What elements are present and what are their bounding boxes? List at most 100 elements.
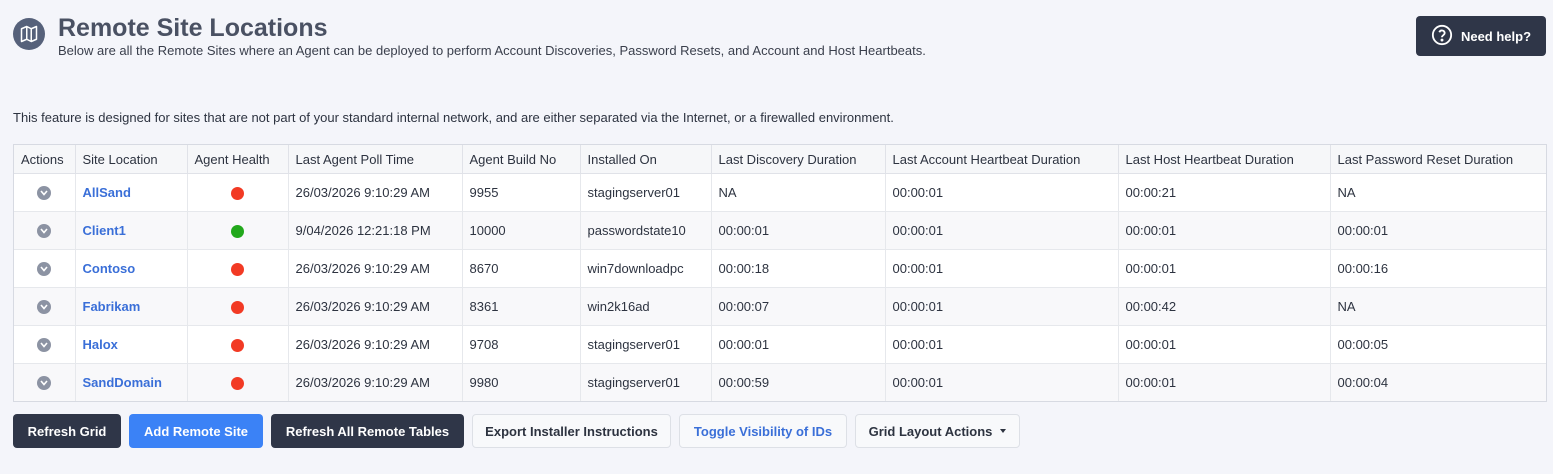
installed-on-cell: stagingserver01 [580,325,712,364]
grid-layout-actions-label: Grid Layout Actions [868,423,993,439]
column-header[interactable]: Agent Build No [462,145,581,174]
site-location-cell: Fabrikam [75,287,188,326]
build-no-cell: 10000 [462,211,581,250]
actions-dropdown-icon[interactable] [37,186,52,201]
discovery-duration-cell: 00:00:18 [711,249,886,288]
actions-cell [14,173,76,212]
column-header[interactable]: Last Account Heartbeat Duration [885,145,1119,174]
account-heartbeat-cell: 00:00:01 [885,249,1119,288]
actions-cell [14,363,76,401]
build-no-cell: 9980 [462,363,581,401]
poll-time-cell: 26/03/2026 9:10:29 AM [288,325,463,364]
table-row: AllSand 26/03/2026 9:10:29 AM 9955 stagings… [14,173,1546,212]
discovery-duration-cell: 00:00:07 [711,287,886,326]
site-location-cell: Halox [75,325,188,364]
agent-health-cell [187,249,289,288]
column-header[interactable]: Actions [14,145,76,174]
poll-time-cell: 26/03/2026 9:10:29 AM [288,249,463,288]
site-location-link[interactable]: AllSand [83,185,131,200]
grid-header-row: Actions Site Location Agent Health Last Age… [14,145,1546,174]
agent-health-red-icon [231,187,244,201]
table-row: SandDomain 26/03/2026 9:10:29 AM 9980 stagi… [14,363,1546,401]
site-location-link[interactable]: Halox [83,337,118,352]
agent-health-red-icon [231,339,244,353]
add-remote-site-button[interactable]: Add Remote Site [129,414,263,448]
discovery-duration-cell: 00:00:59 [711,363,886,401]
actions-cell [14,249,76,288]
page-title: Remote Site Locations [58,14,328,42]
installed-on-cell: stagingserver01 [580,363,712,401]
agent-health-red-icon [231,377,244,391]
installed-on-cell: stagingserver01 [580,173,712,212]
export-installer-instructions-button[interactable]: Export Installer Instructions [472,414,671,448]
installed-on-cell: win7downloadpc [580,249,712,288]
discovery-duration-cell: 00:00:01 [711,211,886,250]
host-heartbeat-cell: 00:00:01 [1118,363,1331,401]
actions-cell [14,287,76,326]
site-location-cell: Client1 [75,211,188,250]
host-heartbeat-cell: 00:00:42 [1118,287,1331,326]
site-location-link[interactable]: SandDomain [83,375,162,390]
column-header[interactable]: Last Discovery Duration [711,145,886,174]
actions-dropdown-icon[interactable] [37,300,52,315]
agent-health-cell [187,363,289,401]
grid-layout-actions-button[interactable]: Grid Layout Actions [855,414,1020,448]
site-location-cell: Contoso [75,249,188,288]
actions-dropdown-icon[interactable] [37,338,52,353]
agent-health-red-icon [231,301,244,315]
page-subtitle: Below are all the Remote Sites where an … [58,43,926,58]
account-heartbeat-cell: 00:00:01 [885,363,1119,401]
table-row: Halox 26/03/2026 9:10:29 AM 9708 stagingser… [14,325,1546,364]
account-heartbeat-cell: 00:00:01 [885,325,1119,364]
agent-health-cell [187,173,289,212]
site-location-link[interactable]: Contoso [83,261,136,276]
password-reset-cell: 00:00:05 [1330,325,1546,364]
question-circle-icon [1431,24,1453,49]
site-location-cell: SandDomain [75,363,188,401]
installed-on-cell: passwordstate10 [580,211,712,250]
account-heartbeat-cell: 00:00:01 [885,211,1119,250]
table-row: Client1 9/04/2026 12:21:18 PM 10000 passwor… [14,211,1546,250]
column-header[interactable]: Last Agent Poll Time [288,145,463,174]
actions-cell [14,211,76,250]
account-heartbeat-cell: 00:00:01 [885,173,1119,212]
actions-dropdown-icon[interactable] [37,224,52,239]
map-icon [13,18,45,50]
actions-dropdown-icon[interactable] [37,262,52,277]
poll-time-cell: 26/03/2026 9:10:29 AM [288,363,463,401]
discovery-duration-cell: NA [711,173,886,212]
caret-down-icon [1000,429,1007,433]
build-no-cell: 9955 [462,173,581,212]
need-help-button[interactable]: Need help? [1416,16,1546,56]
toggle-ids-button[interactable]: Toggle Visibility of IDs [679,414,847,448]
password-reset-cell: NA [1330,287,1546,326]
agent-health-red-icon [231,263,244,277]
column-header[interactable]: Last Host Heartbeat Duration [1118,145,1331,174]
agent-health-cell [187,211,289,250]
column-header[interactable]: Last Password Reset Duration [1330,145,1546,174]
actions-cell [14,325,76,364]
site-location-link[interactable]: Client1 [83,223,126,238]
build-no-cell: 8670 [462,249,581,288]
build-no-cell: 9708 [462,325,581,364]
password-reset-cell: 00:00:01 [1330,211,1546,250]
table-row: Contoso 26/03/2026 9:10:29 AM 8670 win7down… [14,249,1546,288]
actions-dropdown-icon[interactable] [37,376,52,391]
refresh-grid-button[interactable]: Refresh Grid [13,414,121,448]
refresh-all-remote-tables-button[interactable]: Refresh All Remote Tables [271,414,464,448]
poll-time-cell: 26/03/2026 9:10:29 AM [288,173,463,212]
agent-health-cell [187,325,289,364]
grid-button-bar: Refresh Grid Add Remote Site Refresh All… [13,414,1020,448]
column-header[interactable]: Installed On [580,145,712,174]
table-row: Fabrikam 26/03/2026 9:10:29 AM 8361 win2k16… [14,287,1546,326]
host-heartbeat-cell: 00:00:01 [1118,249,1331,288]
need-help-label: Need help? [1460,28,1532,44]
remote-sites-grid: Actions Site Location Agent Health Last Age… [13,144,1547,402]
password-reset-cell: NA [1330,173,1546,212]
column-header[interactable]: Agent Health [187,145,289,174]
password-reset-cell: 00:00:16 [1330,249,1546,288]
column-header[interactable]: Site Location [75,145,188,174]
site-location-link[interactable]: Fabrikam [83,299,141,314]
site-location-cell: AllSand [75,173,188,212]
feature-note: This feature is designed for sites that … [13,110,894,125]
